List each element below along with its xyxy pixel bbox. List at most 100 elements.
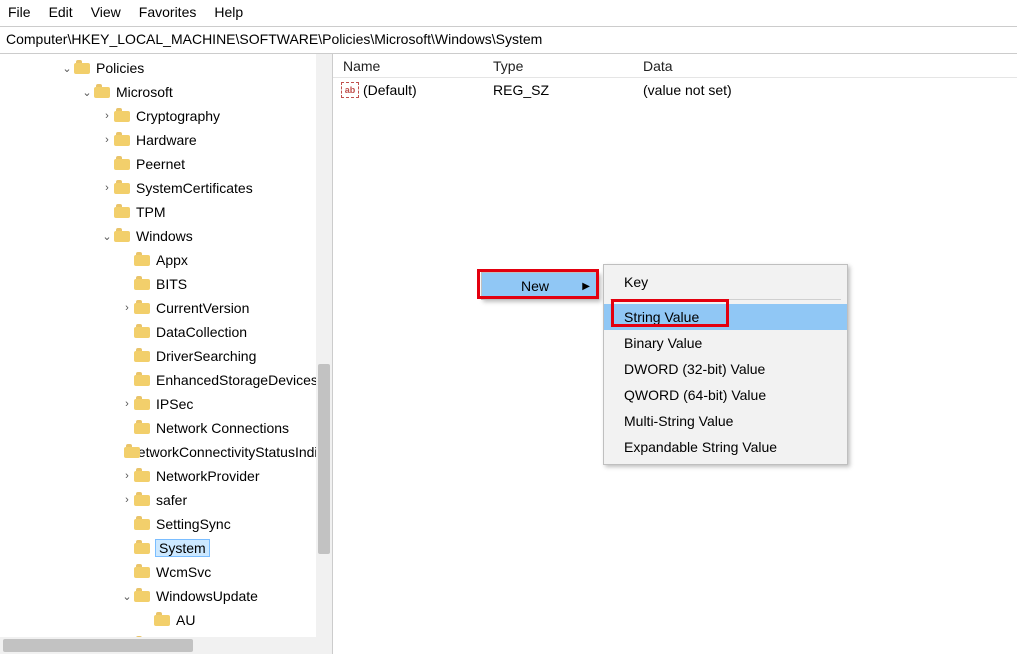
context-menu-label: Binary Value — [624, 335, 702, 351]
folder-icon — [134, 588, 152, 604]
context-menu-item[interactable]: DWORD (32-bit) Value — [604, 356, 847, 382]
menu-help[interactable]: Help — [214, 4, 243, 20]
tree-node-label[interactable]: Hardware — [136, 132, 197, 148]
context-menu-label: Expandable String Value — [624, 439, 777, 455]
context-menu-item[interactable]: String Value — [604, 304, 847, 330]
tree-horizontal-scrollbar[interactable] — [0, 637, 332, 654]
tree-node[interactable]: ⌄ WindowsUpdate — [0, 584, 332, 608]
tree-node-label[interactable]: SystemCertificates — [136, 180, 253, 196]
registry-tree[interactable]: ⌄Policies⌄Microsoft›Cryptography›Hardwar… — [0, 54, 332, 637]
tree-node[interactable]: ›WcmSvc — [0, 560, 332, 584]
menu-view[interactable]: View — [91, 4, 121, 20]
menubar: File Edit View Favorites Help — [0, 0, 1017, 26]
tree-node[interactable]: › Cryptography — [0, 104, 332, 128]
column-header-data[interactable]: Data — [633, 58, 1017, 74]
tree-node-label[interactable]: WcmSvc — [156, 564, 211, 580]
tree-node[interactable]: ›Appx — [0, 248, 332, 272]
tree-node-label[interactable]: DriverSearching — [156, 348, 256, 364]
tree-node[interactable]: ›Network Connections — [0, 416, 332, 440]
column-header-type[interactable]: Type — [483, 58, 633, 74]
tree-node[interactable]: ›BITS — [0, 272, 332, 296]
tree-node[interactable]: › NetworkProvider — [0, 464, 332, 488]
tree-node[interactable]: ⌄ Windows — [0, 224, 332, 248]
tree-node-label[interactable]: IPSec — [156, 396, 193, 412]
tree-node[interactable]: ›DriverSearching — [0, 344, 332, 368]
address-bar[interactable]: Computer\HKEY_LOCAL_MACHINE\SOFTWARE\Pol… — [0, 26, 1017, 54]
tree-node[interactable]: › safer — [0, 488, 332, 512]
chevron-right-icon[interactable]: › — [100, 182, 114, 194]
tree-node[interactable]: › CurrentVersion — [0, 296, 332, 320]
tree-node[interactable]: ›SettingSync — [0, 512, 332, 536]
tree-node-label[interactable]: Cryptography — [136, 108, 220, 124]
tree-node-label[interactable]: NetworkProvider — [156, 468, 259, 484]
folder-icon — [134, 492, 152, 508]
context-menu-parent[interactable]: New ▶ — [481, 272, 599, 300]
context-menu-label: New — [521, 278, 549, 294]
tree-node-label[interactable]: safer — [156, 492, 187, 508]
tree-node-label[interactable]: Windows — [136, 228, 193, 244]
menu-favorites[interactable]: Favorites — [139, 4, 197, 20]
tree-node-label[interactable]: Microsoft — [116, 84, 173, 100]
context-menu-item[interactable]: Expandable String Value — [604, 434, 847, 460]
chevron-down-icon[interactable]: ⌄ — [80, 86, 94, 99]
scrollbar-thumb[interactable] — [318, 364, 330, 554]
tree-node[interactable]: ›TPM — [0, 200, 332, 224]
menu-file[interactable]: File — [8, 4, 31, 20]
tree-node-label[interactable]: NetworkConnectivityStatusIndicator — [128, 444, 332, 460]
chevron-right-icon[interactable]: › — [120, 470, 134, 482]
tree-node[interactable]: › SystemCertificates — [0, 176, 332, 200]
folder-icon — [74, 60, 92, 76]
tree-node[interactable]: ›AU — [0, 608, 332, 632]
folder-icon — [134, 396, 152, 412]
chevron-down-icon[interactable]: ⌄ — [60, 62, 74, 75]
folder-icon — [114, 156, 132, 172]
context-menu-item[interactable]: Key — [604, 269, 847, 295]
chevron-down-icon[interactable]: ⌄ — [120, 590, 134, 603]
tree-node-label[interactable]: Policies — [96, 60, 144, 76]
tree-node[interactable]: ›System — [0, 536, 332, 560]
tree-node-label[interactable]: AU — [176, 612, 195, 628]
chevron-right-icon[interactable]: › — [100, 110, 114, 122]
list-header[interactable]: Name Type Data — [333, 54, 1017, 78]
tree-node[interactable]: › Hardware — [0, 128, 332, 152]
tree-node[interactable]: › IPSec — [0, 392, 332, 416]
folder-icon — [114, 180, 132, 196]
context-menu-item-new[interactable]: New ▶ — [482, 273, 598, 299]
tree-node[interactable]: ⌄ Policies — [0, 56, 332, 80]
chevron-right-icon[interactable]: › — [120, 494, 134, 506]
scrollbar-thumb[interactable] — [3, 639, 193, 652]
tree-node-label[interactable]: TPM — [136, 204, 166, 220]
tree-node[interactable]: ›Peernet — [0, 152, 332, 176]
tree-pane: ⌄Policies⌄Microsoft›Cryptography›Hardwar… — [0, 54, 333, 654]
list-row[interactable]: ab(Default)REG_SZ(value not set) — [333, 78, 1017, 102]
tree-vertical-scrollbar[interactable] — [316, 54, 332, 637]
chevron-right-icon[interactable]: › — [100, 134, 114, 146]
tree-node[interactable]: ›NetworkConnectivityStatusIndicator — [0, 440, 332, 464]
folder-icon — [114, 228, 132, 244]
tree-node-label[interactable]: Network Connections — [156, 420, 289, 436]
context-menu-item[interactable]: Multi-String Value — [604, 408, 847, 434]
tree-node-label[interactable]: SettingSync — [156, 516, 231, 532]
tree-node-label[interactable]: BITS — [156, 276, 187, 292]
tree-node[interactable]: ›EnhancedStorageDevices — [0, 368, 332, 392]
tree-node-label[interactable]: System — [155, 539, 210, 557]
context-menu-label: QWORD (64-bit) Value — [624, 387, 766, 403]
context-submenu-new[interactable]: Key String Value Binary Value DWORD (32-bit… — [603, 264, 848, 465]
menu-edit[interactable]: Edit — [49, 4, 73, 20]
tree-node-label[interactable]: Peernet — [136, 156, 185, 172]
folder-icon — [94, 84, 112, 100]
tree-node-label[interactable]: CurrentVersion — [156, 300, 249, 316]
tree-node-label[interactable]: EnhancedStorageDevices — [156, 372, 318, 388]
tree-node-label[interactable]: Appx — [156, 252, 188, 268]
tree-node-label[interactable]: WindowsUpdate — [156, 588, 258, 604]
column-header-name[interactable]: Name — [333, 58, 483, 74]
chevron-right-icon[interactable]: › — [120, 398, 134, 410]
value-list-pane: Name Type Data ab(Default)REG_SZ(value n… — [333, 54, 1017, 654]
tree-node-label[interactable]: DataCollection — [156, 324, 247, 340]
tree-node[interactable]: ›DataCollection — [0, 320, 332, 344]
chevron-right-icon[interactable]: › — [120, 302, 134, 314]
context-menu-item[interactable]: Binary Value — [604, 330, 847, 356]
context-menu-item[interactable]: QWORD (64-bit) Value — [604, 382, 847, 408]
tree-node[interactable]: ⌄ Microsoft — [0, 80, 332, 104]
chevron-down-icon[interactable]: ⌄ — [100, 230, 114, 243]
